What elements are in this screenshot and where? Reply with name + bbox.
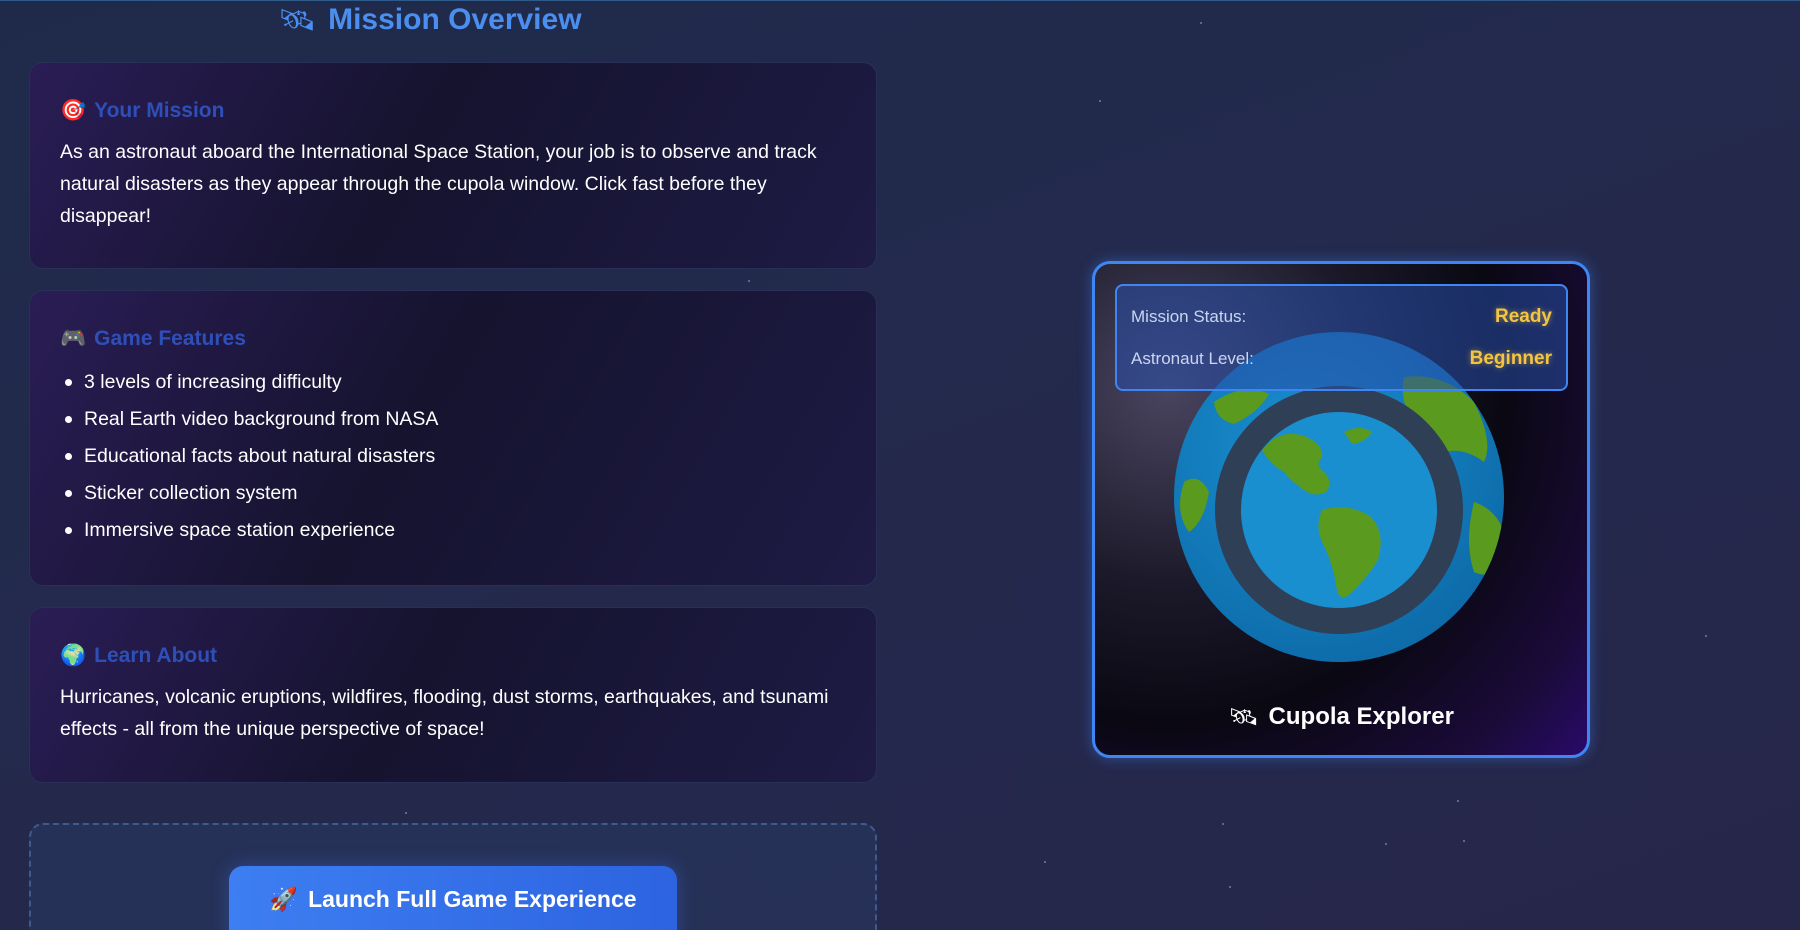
mission-status-label: Mission Status:	[1131, 307, 1247, 326]
astronaut-level-value: Beginner	[1469, 348, 1552, 369]
mission-status-row: Mission Status: Ready	[1131, 296, 1552, 338]
mission-status-value: Ready	[1494, 306, 1552, 327]
launch-game-button[interactable]: 🚀 Launch Full Game Experience	[229, 866, 677, 930]
features-card-heading: 🎮 Game Features	[60, 326, 846, 351]
learn-heading-text: Learn About	[94, 643, 218, 667]
learn-card: 🌍 Learn About Hurricanes, volcanic erupt…	[29, 607, 877, 783]
target-icon: 🎯	[60, 98, 87, 122]
mission-card: 🎯 Your Mission As an astronaut aboard th…	[29, 62, 877, 269]
mission-heading-text: Your Mission	[94, 98, 225, 122]
features-list: 3 levels of increasing difficulty Real E…	[60, 364, 846, 549]
mission-card-heading: 🎯 Your Mission	[60, 98, 846, 123]
preview-title: 🛰 Cupola Explorer	[1095, 702, 1587, 732]
status-panel: Mission Status: Ready Astronaut Level: B…	[1115, 284, 1568, 391]
features-heading-text: Game Features	[94, 326, 246, 350]
satellite-icon: 🛰	[1228, 703, 1259, 731]
satellite-icon: 🛰	[278, 2, 317, 38]
astronaut-level-label: Astronaut Level:	[1131, 349, 1254, 368]
learn-text: Hurricanes, volcanic eruptions, wildfire…	[60, 686, 829, 740]
section-title-text: Mission Overview	[328, 3, 582, 36]
list-item: Educational facts about natural disaster…	[60, 438, 846, 475]
gamepad-icon: 🎮	[60, 326, 87, 350]
top-border-line	[0, 0, 1800, 1]
learn-card-heading: 🌍 Learn About	[60, 643, 846, 668]
preview-title-text: Cupola Explorer	[1268, 703, 1454, 730]
launch-button-label: Launch Full Game Experience	[308, 886, 637, 912]
list-item: Sticker collection system	[60, 475, 846, 512]
list-item: Real Earth video background from NASA	[60, 401, 846, 438]
mission-text: As an astronaut aboard the International…	[60, 141, 817, 227]
section-title: 🛰 Mission Overview	[278, 2, 582, 38]
features-card: 🎮 Game Features 3 levels of increasing d…	[29, 290, 877, 586]
cupola-preview: Mission Status: Ready Astronaut Level: B…	[1092, 261, 1590, 758]
astronaut-level-row: Astronaut Level: Beginner	[1131, 338, 1552, 380]
rocket-icon: 🚀	[269, 887, 299, 913]
list-item: Immersive space station experience	[60, 512, 846, 549]
globe-icon: 🌍	[60, 643, 87, 667]
list-item: 3 levels of increasing difficulty	[60, 364, 846, 401]
